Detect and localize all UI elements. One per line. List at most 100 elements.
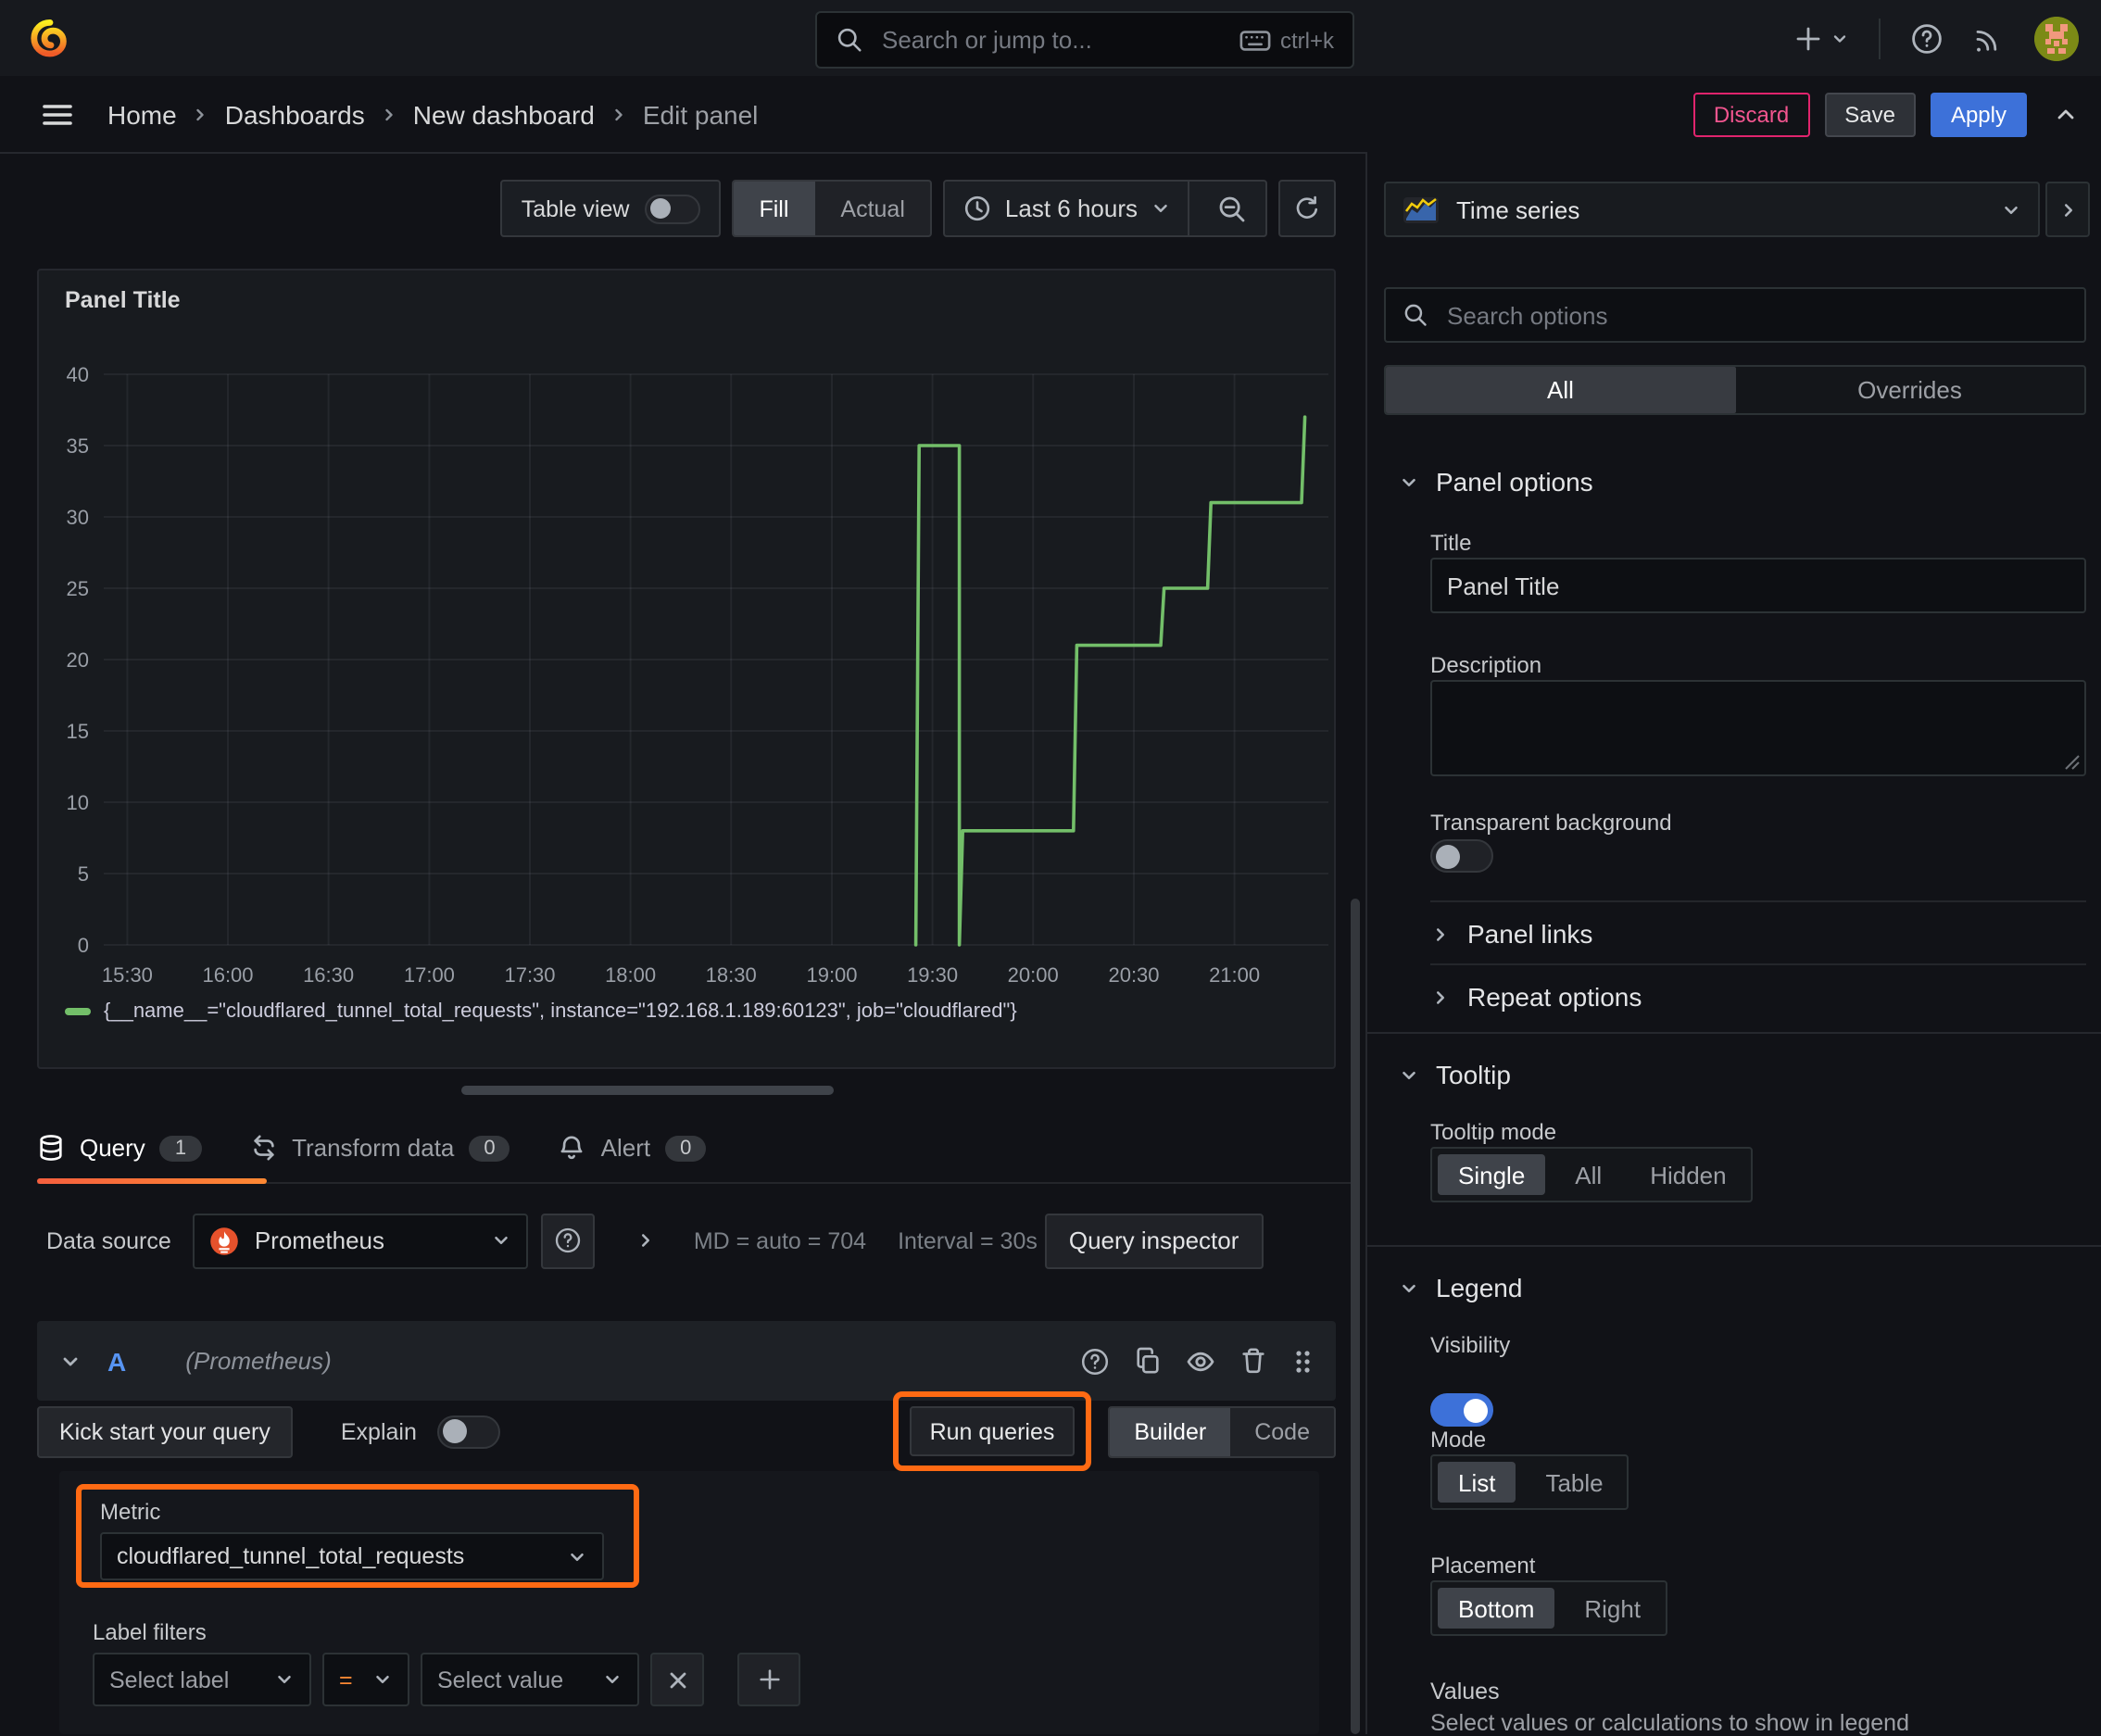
query-inspector-button[interactable]: Query inspector [1044,1213,1264,1268]
query-editor-body: Metric cloudflared_tunnel_total_requests… [59,1471,1319,1734]
legend-placement-bottom[interactable]: Bottom [1438,1588,1555,1629]
global-search-field[interactable] [878,24,1225,56]
drag-handle-grip-icon[interactable] [1291,1346,1314,1376]
divider [1367,1245,2101,1247]
discard-button[interactable]: Discard [1692,92,1810,136]
legend-item[interactable]: {__name__="cloudflared_tunnel_total_requ… [65,1000,1017,1023]
remove-filter-button[interactable] [650,1653,704,1706]
menu-hamburger-icon[interactable] [41,97,74,131]
toggle-visibility-eye-icon[interactable] [1186,1346,1215,1376]
apply-button[interactable]: Apply [1930,92,2027,136]
tooltip-mode-all[interactable]: All [1551,1149,1626,1201]
duplicate-query-icon[interactable] [1134,1347,1162,1375]
global-search-input[interactable]: ctrl+k [815,11,1354,69]
label-filters-row: Select label = Select value [93,1653,800,1706]
viz-type-picker[interactable]: Time series [1384,182,2040,237]
fill-option[interactable]: Fill [733,182,815,235]
breadcrumb-new-dashboard[interactable]: New dashboard [413,99,595,129]
tab-query[interactable]: Query 1 [37,1113,267,1184]
options-search-input[interactable] [1443,299,2068,331]
tooltip-mode-hidden[interactable]: Hidden [1626,1149,1750,1201]
datasource-picker[interactable]: Prometheus [193,1213,529,1268]
datasource-help-button[interactable] [541,1213,596,1268]
operator-dropdown[interactable]: = [322,1653,409,1706]
table-view-toggle[interactable] [644,194,700,223]
repeat-options-section-header[interactable]: Repeat options [1430,982,1642,1012]
stats-interval: Interval = 30s [898,1227,1038,1253]
panel-title-input[interactable] [1430,558,2086,613]
tab-alert[interactable]: Alert 0 [559,1113,707,1182]
tab-transform-data[interactable]: Transform data 0 [249,1113,510,1182]
options-search-box[interactable] [1384,287,2086,343]
divider [1367,1032,2101,1034]
panel-options-section-header[interactable]: Panel options [1399,467,1593,497]
delete-query-trash-icon[interactable] [1239,1347,1267,1375]
legend-placement-right[interactable]: Right [1560,1582,1665,1634]
save-button[interactable]: Save [1824,92,1916,136]
vertical-scrollbar[interactable] [1351,899,1360,1734]
search-icon [1403,302,1428,328]
kick-start-query-button[interactable]: Kick start your query [37,1405,293,1457]
collapse-query-chevron-icon[interactable] [59,1350,82,1372]
add-new-button[interactable] [1793,23,1849,53]
textarea-resize-grip[interactable] [2064,754,2081,771]
metric-value: cloudflared_tunnel_total_requests [117,1543,465,1569]
legend-mode-table[interactable]: Table [1521,1456,1627,1508]
legend-mode-label: Mode [1430,1427,1487,1453]
actual-option[interactable]: Actual [814,182,931,235]
breadcrumb-dashboards[interactable]: Dashboards [225,99,365,129]
query-help-icon[interactable] [1080,1346,1110,1376]
builder-option[interactable]: Builder [1110,1407,1231,1455]
grafana-logo-icon[interactable] [26,14,74,62]
repeat-options-heading: Repeat options [1467,982,1642,1012]
news-rss-icon[interactable] [1973,22,2005,54]
legend-visibility-toggle[interactable] [1430,1393,1493,1427]
user-avatar[interactable] [2034,16,2079,60]
main-area: Table view Fill Actual Last 6 hours Pane… [0,152,1365,1734]
legend-values-hint: Select values or calculations to show in… [1430,1710,1909,1736]
svg-text:10: 10 [67,791,89,814]
chevron-right-icon [192,105,210,123]
database-icon [37,1134,65,1162]
expand-stats-chevron-icon[interactable] [636,1230,657,1251]
run-queries-button[interactable]: Run queries [909,1406,1076,1456]
tab-overrides[interactable]: Overrides [1735,367,2084,413]
add-filter-button[interactable] [737,1653,800,1706]
collapse-header-chevron-up-icon[interactable] [2053,101,2079,127]
legend-placement-label: Placement [1430,1553,1536,1579]
tab-all[interactable]: All [1386,367,1735,413]
help-icon[interactable] [1910,21,1944,55]
code-option[interactable]: Code [1230,1407,1334,1455]
query-row-header[interactable]: A (Prometheus) [37,1321,1336,1401]
panel-title: Panel Title [65,287,181,313]
legend-visibility-label: Visibility [1430,1332,1511,1358]
panel-description-textarea[interactable] [1430,680,2086,776]
table-view-label: Table view [521,195,630,221]
chevron-right-icon [1436,990,1445,1003]
explain-toggle[interactable] [436,1415,500,1448]
query-ref-id: A [107,1346,127,1376]
tooltip-mode-single[interactable]: Single [1438,1154,1546,1195]
zoom-out-button[interactable] [1206,194,1258,223]
tooltip-section-header[interactable]: Tooltip [1399,1060,1511,1089]
viz-suggestions-button[interactable] [2045,182,2090,237]
breadcrumb-home[interactable]: Home [107,99,177,129]
tab-transform-label: Transform data [292,1134,455,1162]
svg-text:20: 20 [67,648,89,672]
panel-links-section-header[interactable]: Panel links [1430,919,1592,949]
tab-alert-label: Alert [600,1134,651,1162]
metric-select[interactable]: cloudflared_tunnel_total_requests [100,1532,604,1580]
legend-mode-list[interactable]: List [1438,1462,1516,1503]
legend-heading: Legend [1436,1273,1523,1302]
transparent-background-toggle[interactable] [1430,839,1493,873]
time-range-picker[interactable]: Last 6 hours [1005,195,1138,222]
panel-resize-handle[interactable] [461,1086,834,1095]
select-label-dropdown[interactable]: Select label [93,1653,311,1706]
query-toolbar: Kick start your query Explain Run querie… [37,1391,1336,1471]
chevron-right-icon [610,105,628,123]
search-shortcut: ctrl+k [1239,27,1334,53]
timeseries-panel[interactable]: Panel Title 0 5 10 15 20 25 30 35 40 15:30 16:00 16… [37,269,1336,1069]
refresh-button[interactable] [1278,180,1336,237]
select-value-dropdown[interactable]: Select value [421,1653,639,1706]
legend-section-header[interactable]: Legend [1399,1273,1522,1302]
